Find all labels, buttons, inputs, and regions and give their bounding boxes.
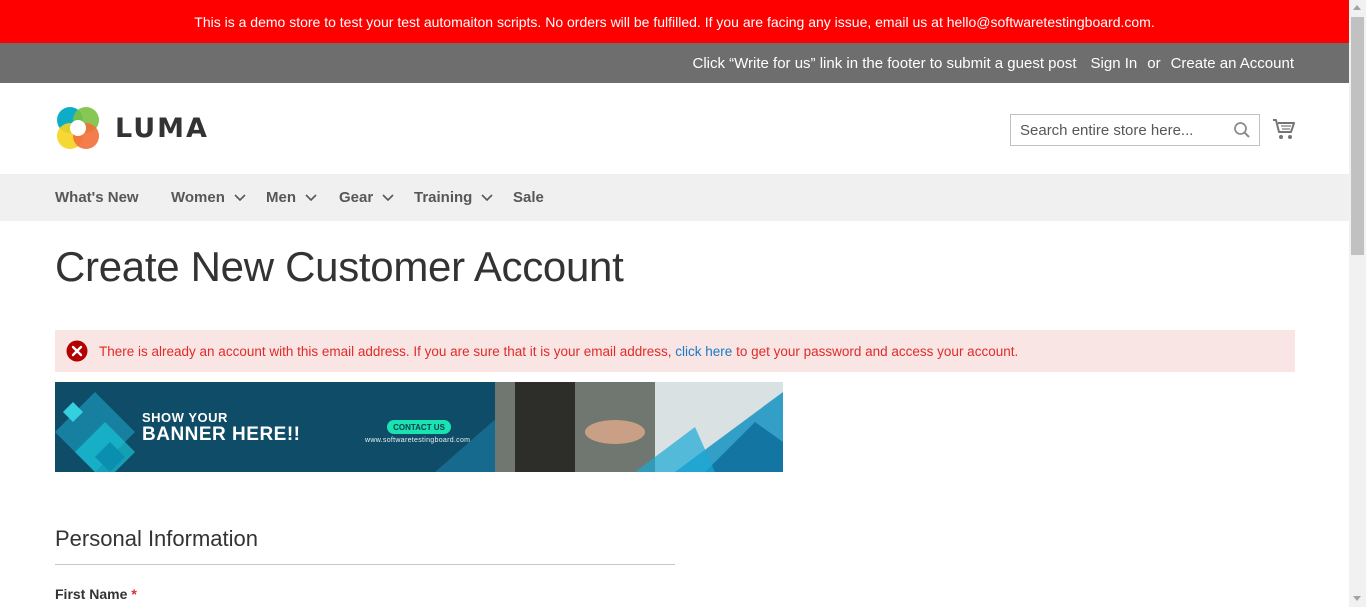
nav-item-women[interactable]: Women: [171, 174, 246, 221]
nav-item-label: Sale: [513, 189, 544, 206]
banner-line1: SHOW YOUR: [142, 410, 228, 425]
logo-text: LUMA: [115, 112, 209, 144]
banner-contact-button[interactable]: CONTACT US: [387, 420, 451, 434]
page-title: Create New Customer Account: [55, 243, 624, 290]
first-name-label-text: First Name: [55, 586, 128, 602]
nav-item-whats-new[interactable]: What's New: [55, 174, 139, 221]
page-scrollbar[interactable]: [1349, 0, 1366, 607]
nav-item-label: Gear: [339, 189, 374, 206]
error-icon: [66, 340, 88, 362]
cart-icon[interactable]: [1272, 117, 1296, 141]
nav-item-gear[interactable]: Gear: [339, 174, 394, 221]
nav-item-label: Men: [266, 189, 296, 206]
chevron-down-icon: [305, 193, 317, 201]
demo-notice-bar: This is a demo store to test your test a…: [0, 0, 1349, 43]
sign-in-link[interactable]: Sign In: [1091, 55, 1138, 72]
or-text: or: [1147, 54, 1161, 72]
guest-post-link[interactable]: Click “Write for us” link in the footer …: [692, 55, 1076, 72]
search-icon[interactable]: [1233, 121, 1251, 139]
luma-logo-icon: [57, 107, 99, 149]
section-divider: [55, 564, 675, 565]
nav-item-men[interactable]: Men: [266, 174, 317, 221]
scroll-up-arrow-icon[interactable]: [1353, 5, 1361, 10]
create-account-link[interactable]: Create an Account: [1171, 55, 1294, 72]
first-name-label: First Name *: [55, 586, 137, 602]
site-header: LUMA: [0, 83, 1349, 174]
click-here-link[interactable]: click here: [675, 344, 732, 359]
error-text-after: to get your password and access your acc…: [732, 343, 1019, 359]
scroll-thumb[interactable]: [1351, 17, 1364, 255]
chevron-down-icon: [234, 193, 246, 201]
error-text-before: There is already an account with this em…: [99, 343, 676, 359]
search-input[interactable]: [1010, 114, 1260, 146]
chevron-down-icon: [382, 193, 394, 201]
nav-item-label: Women: [171, 189, 225, 206]
demo-notice-text: This is a demo store to test your test a…: [194, 13, 1155, 30]
panel-header: Click “Write for us” link in the footer …: [0, 43, 1349, 83]
section-title-personal-info: Personal Information: [55, 526, 258, 551]
logo[interactable]: LUMA: [55, 105, 209, 151]
nav-item-label: Training: [414, 189, 473, 206]
scroll-down-arrow-icon[interactable]: [1353, 596, 1361, 601]
banner-line2: BANNER HERE!!: [142, 424, 301, 445]
main-nav: What's New Women Men Gear Training Sale: [0, 174, 1349, 221]
error-message: There is already an account with this em…: [55, 330, 1295, 372]
nav-item-sale[interactable]: Sale: [513, 174, 544, 221]
banner-url: www.softwaretestingboard.com: [365, 437, 471, 444]
chevron-down-icon: [481, 193, 493, 201]
nav-item-training[interactable]: Training: [414, 174, 493, 221]
nav-item-label: What's New: [55, 189, 139, 206]
promo-banner[interactable]: SHOW YOUR BANNER HERE!! CONTACT US www.s…: [55, 382, 783, 472]
required-mark: *: [131, 586, 137, 602]
